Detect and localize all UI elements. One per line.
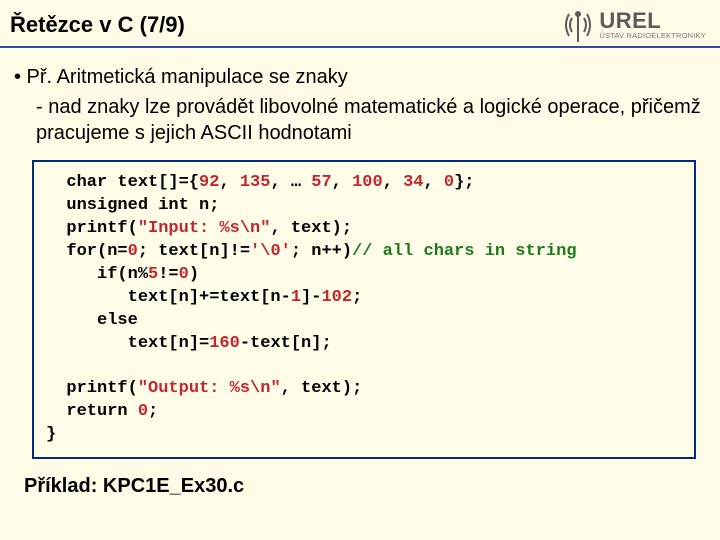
bullet-main: • Př. Aritmetická manipulace se znaky	[14, 64, 706, 90]
code-line: else	[46, 311, 138, 330]
code-line: printf("Input: %s\n", text);	[46, 219, 352, 238]
logo-block: UREL ÚSTAV RADIOELEKTRONIKY	[563, 8, 706, 42]
antenna-icon	[563, 8, 593, 42]
code-line: text[n]+=text[n-1]-102;	[46, 288, 362, 307]
logo-subtitle: ÚSTAV RADIOELEKTRONIKY	[599, 32, 706, 40]
logo-name: UREL	[599, 10, 706, 32]
code-line: if(n%5!=0)	[46, 265, 199, 284]
slide-header: Řetězce v C (7/9) UREL ÚSTAV RADIOELEKTR…	[0, 0, 720, 48]
code-line: printf("Output: %s\n", text);	[46, 379, 362, 398]
code-line: text[n]=160-text[n];	[46, 334, 332, 353]
code-line: char text[]={92, 135, … 57, 100, 34, 0};	[46, 173, 475, 192]
code-line: }	[46, 425, 56, 444]
slide-title: Řetězce v C (7/9)	[10, 12, 185, 38]
code-line: for(n=0; text[n]!='\0'; n++)// all chars…	[46, 242, 577, 261]
code-line: unsigned int n;	[46, 196, 219, 215]
example-label: Příklad: KPC1E_Ex30.c	[14, 459, 706, 498]
bullet-sub: - nad znaky lze provádět libovolné matem…	[14, 94, 706, 146]
code-block: char text[]={92, 135, … 57, 100, 34, 0};…	[32, 160, 696, 459]
logo-text-stack: UREL ÚSTAV RADIOELEKTRONIKY	[599, 10, 706, 40]
code-line: return 0;	[46, 402, 158, 421]
slide-content: • Př. Aritmetická manipulace se znaky - …	[0, 48, 720, 498]
